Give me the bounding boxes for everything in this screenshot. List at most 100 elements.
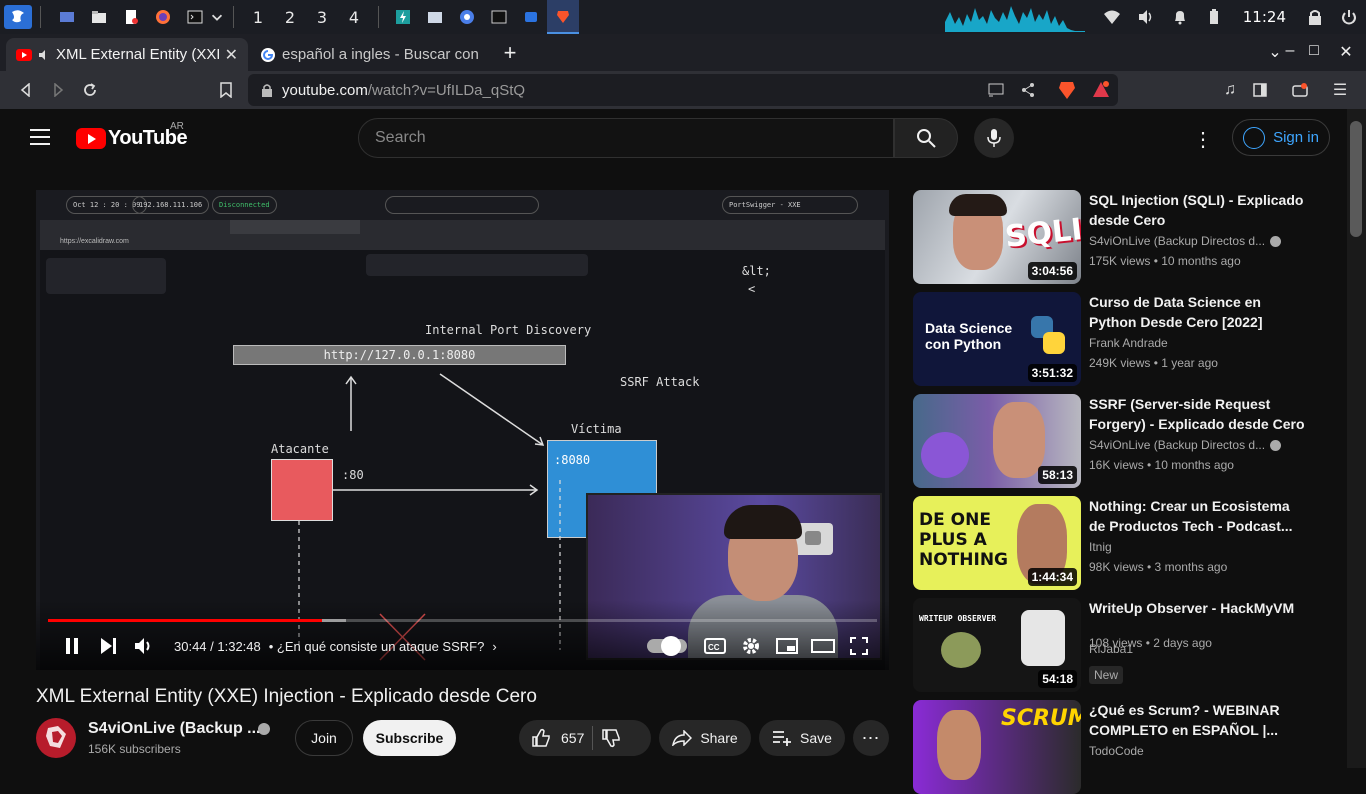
battery-icon[interactable] bbox=[1197, 0, 1231, 34]
desktop-icon[interactable] bbox=[53, 5, 81, 29]
subscribe-button[interactable]: Subscribe bbox=[363, 720, 456, 756]
tab-google[interactable]: español a ingles - Buscar con Google bbox=[250, 38, 490, 71]
power-icon[interactable] bbox=[1332, 0, 1366, 34]
window-app-5[interactable] bbox=[515, 0, 547, 34]
close-window-icon[interactable]: ✕ bbox=[1336, 42, 1356, 62]
recommendation-card[interactable]: Data Science con Python 3:51:32 Curso de… bbox=[913, 292, 1333, 386]
new-tab-button[interactable]: + bbox=[498, 42, 522, 66]
brave-shields-icon[interactable] bbox=[1058, 80, 1076, 100]
text-editor-icon[interactable] bbox=[117, 5, 145, 29]
settings-more-icon[interactable]: ⋮ bbox=[1190, 127, 1216, 151]
recommendation-card[interactable]: SCRUM ¿Qué es Scrum? - WEBINAR COMPLETO … bbox=[913, 700, 1333, 794]
tab-youtube[interactable]: XML External Entity (XXE) Injection ✕ bbox=[6, 38, 248, 71]
menu-icon[interactable]: ☰ bbox=[1328, 78, 1352, 102]
reload-icon[interactable] bbox=[78, 78, 102, 102]
video-thumbnail[interactable]: DE ONE PLUS A NOTHING 1:44:34 bbox=[913, 496, 1081, 590]
forward-icon[interactable] bbox=[46, 78, 70, 102]
brave-rewards-icon[interactable] bbox=[1092, 81, 1110, 99]
minimize-icon[interactable]: – bbox=[1280, 42, 1300, 62]
fullscreen-button[interactable] bbox=[841, 630, 877, 662]
window-terminal[interactable] bbox=[483, 0, 515, 34]
back-icon[interactable] bbox=[14, 78, 38, 102]
close-tab-icon[interactable]: ✕ bbox=[225, 45, 238, 65]
terminal-icon[interactable] bbox=[181, 5, 209, 29]
video-card-channel[interactable]: TodoCode bbox=[1089, 744, 1279, 758]
speaker-icon[interactable] bbox=[38, 49, 50, 61]
notification-bell-icon[interactable] bbox=[1163, 0, 1197, 34]
channel-avatar[interactable] bbox=[36, 718, 76, 758]
video-card-channel[interactable]: Itnig bbox=[1089, 540, 1279, 554]
scrollbar-thumb[interactable] bbox=[1350, 121, 1362, 237]
page-scrollbar[interactable] bbox=[1347, 109, 1366, 768]
join-button[interactable]: Join bbox=[295, 720, 353, 756]
chapter-title[interactable]: • ¿En qué consiste un ataque SSRF? bbox=[269, 639, 485, 654]
address-bar[interactable]: youtube.com/watch?v=UfILDa_qStQ bbox=[248, 74, 1118, 106]
video-card-title[interactable]: WriteUp Observer - HackMyVM bbox=[1089, 598, 1305, 618]
miniplayer-button[interactable] bbox=[769, 630, 805, 662]
window-file-manager[interactable] bbox=[419, 0, 451, 34]
music-icon[interactable]: ♫ bbox=[1218, 78, 1242, 102]
video-card-title[interactable]: Curso de Data Science en Python Desde Ce… bbox=[1089, 292, 1305, 332]
save-button[interactable]: Save bbox=[759, 720, 845, 756]
more-actions-button[interactable]: ⋯ bbox=[853, 720, 889, 756]
recommendation-card[interactable]: DE ONE PLUS A NOTHING 1:44:34 Nothing: C… bbox=[913, 496, 1333, 590]
recommendation-card[interactable]: WRITEUP OBSERVER 54:18 WriteUp Observer … bbox=[913, 598, 1333, 692]
settings-button[interactable] bbox=[733, 630, 769, 662]
autoplay-toggle[interactable] bbox=[647, 636, 687, 656]
video-thumbnail[interactable]: WRITEUP OBSERVER 54:18 bbox=[913, 598, 1081, 692]
hamburger-menu-icon[interactable] bbox=[30, 129, 50, 145]
progress-bar[interactable] bbox=[48, 619, 877, 622]
video-card-title[interactable]: SQL Injection (SQLI) - Explicado desde C… bbox=[1089, 190, 1305, 230]
mute-button[interactable] bbox=[126, 630, 162, 662]
window-app-1[interactable] bbox=[387, 0, 419, 34]
video-thumbnail[interactable]: 58:13 bbox=[913, 394, 1081, 488]
dislike-button[interactable] bbox=[601, 728, 621, 748]
channel-name[interactable]: S4viOnLive (Backup ... bbox=[88, 720, 261, 738]
video-card-channel[interactable]: S4viOnLive (Backup Directos d... bbox=[1089, 438, 1279, 452]
next-button[interactable] bbox=[90, 630, 126, 662]
video-player[interactable]: Oct 12 : 20 : 09 192.168.111.106 Disconn… bbox=[36, 190, 889, 670]
wallet-icon[interactable] bbox=[1288, 78, 1312, 102]
chevron-down-icon[interactable] bbox=[209, 5, 225, 29]
workspace-1[interactable]: 1 bbox=[242, 8, 274, 27]
workspace-4[interactable]: 4 bbox=[338, 8, 370, 27]
workspace-3[interactable]: 3 bbox=[306, 8, 338, 27]
sidebar-toggle-icon[interactable] bbox=[1248, 78, 1272, 102]
search-button[interactable] bbox=[894, 118, 958, 158]
share-icon[interactable] bbox=[1021, 83, 1035, 97]
sign-in-button[interactable]: Sign in bbox=[1232, 119, 1330, 156]
bookmark-icon[interactable] bbox=[214, 78, 238, 102]
search-box[interactable] bbox=[358, 118, 894, 158]
recommendation-card[interactable]: 58:13 SSRF (Server-side Request Forgery)… bbox=[913, 394, 1333, 488]
theater-mode-button[interactable] bbox=[805, 630, 841, 662]
recommendation-card[interactable]: SQLI 3:04:56 SQL Injection (SQLI) - Expl… bbox=[913, 190, 1333, 284]
video-thumbnail[interactable]: SQLI 3:04:56 bbox=[913, 190, 1081, 284]
video-card-channel[interactable]: S4viOnLive (Backup Directos d... bbox=[1089, 234, 1279, 248]
video-card-title[interactable]: SSRF (Server-side Request Forgery) - Exp… bbox=[1089, 394, 1305, 434]
firefox-icon[interactable] bbox=[149, 5, 177, 29]
lock-icon[interactable] bbox=[260, 83, 274, 97]
file-manager-icon[interactable] bbox=[85, 5, 113, 29]
video-thumbnail[interactable]: SCRUM bbox=[913, 700, 1081, 794]
video-card-channel[interactable]: Frank Andrade bbox=[1089, 336, 1279, 350]
window-brave[interactable] bbox=[547, 0, 579, 34]
maximize-icon[interactable]: □ bbox=[1304, 42, 1324, 62]
youtube-logo[interactable]: YouTube AR bbox=[76, 121, 188, 150]
search-input[interactable] bbox=[359, 119, 893, 157]
share-button[interactable]: Share bbox=[659, 720, 751, 756]
video-card-title[interactable]: Nothing: Crear un Ecosistema de Producto… bbox=[1089, 496, 1305, 536]
cast-icon[interactable] bbox=[988, 83, 1004, 97]
workspace-2[interactable]: 2 bbox=[274, 8, 306, 27]
captions-button[interactable]: CC bbox=[697, 630, 733, 662]
video-thumbnail[interactable]: Data Science con Python 3:51:32 bbox=[913, 292, 1081, 386]
video-card-title[interactable]: ¿Qué es Scrum? - WEBINAR COMPLETO en ESP… bbox=[1089, 700, 1305, 740]
chevron-right-icon[interactable]: › bbox=[492, 639, 496, 654]
wifi-icon[interactable] bbox=[1095, 0, 1129, 34]
url-text[interactable]: youtube.com/watch?v=UfILDa_qStQ bbox=[282, 82, 525, 99]
app-menu-icon[interactable] bbox=[4, 5, 32, 29]
clock[interactable]: 11:24 bbox=[1231, 8, 1298, 26]
like-button[interactable]: 657 bbox=[519, 728, 584, 748]
lock-icon[interactable] bbox=[1298, 0, 1332, 34]
volume-icon[interactable] bbox=[1129, 0, 1163, 34]
window-chromium[interactable] bbox=[451, 0, 483, 34]
